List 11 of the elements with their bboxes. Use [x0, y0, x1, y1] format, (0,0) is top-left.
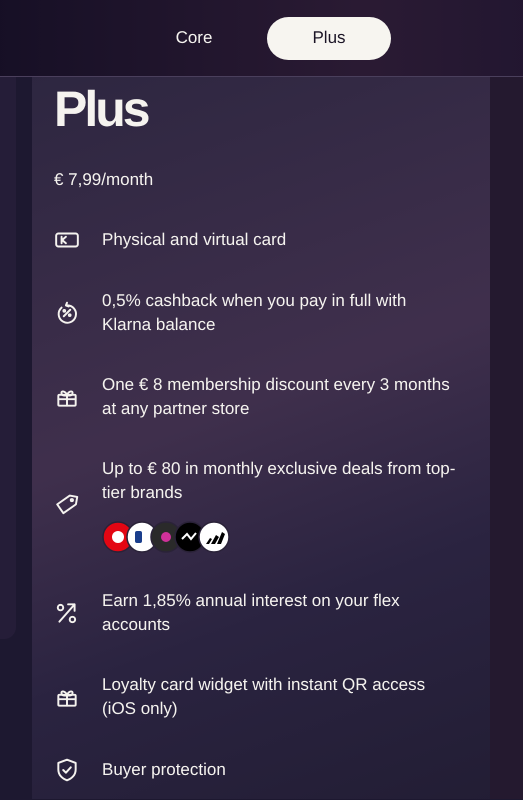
feature-text: Buyer protection	[102, 759, 226, 781]
feature-text: Earn 1,85% annual interest on your flex accounts	[102, 590, 401, 636]
feature-text: One € 8 membership discount every 3 months at any partner store	[102, 374, 451, 420]
plan-title: Plus	[54, 81, 150, 137]
feature-text: Loyalty card widget with instant QR access (iOS only)	[102, 674, 426, 720]
plan-price: € 7,99/month	[54, 169, 154, 191]
feature-text: Physical and virtual card	[102, 229, 286, 251]
plan-tab[interactable]: Plus	[267, 16, 391, 60]
feature-text: 0,5% cashback when you pay in full with Klarna balance	[102, 290, 408, 336]
plan-tab[interactable]: Core	[132, 16, 256, 60]
feature-text: Up to € 80 in monthly exclusive deals from top-tier brands	[102, 458, 456, 504]
